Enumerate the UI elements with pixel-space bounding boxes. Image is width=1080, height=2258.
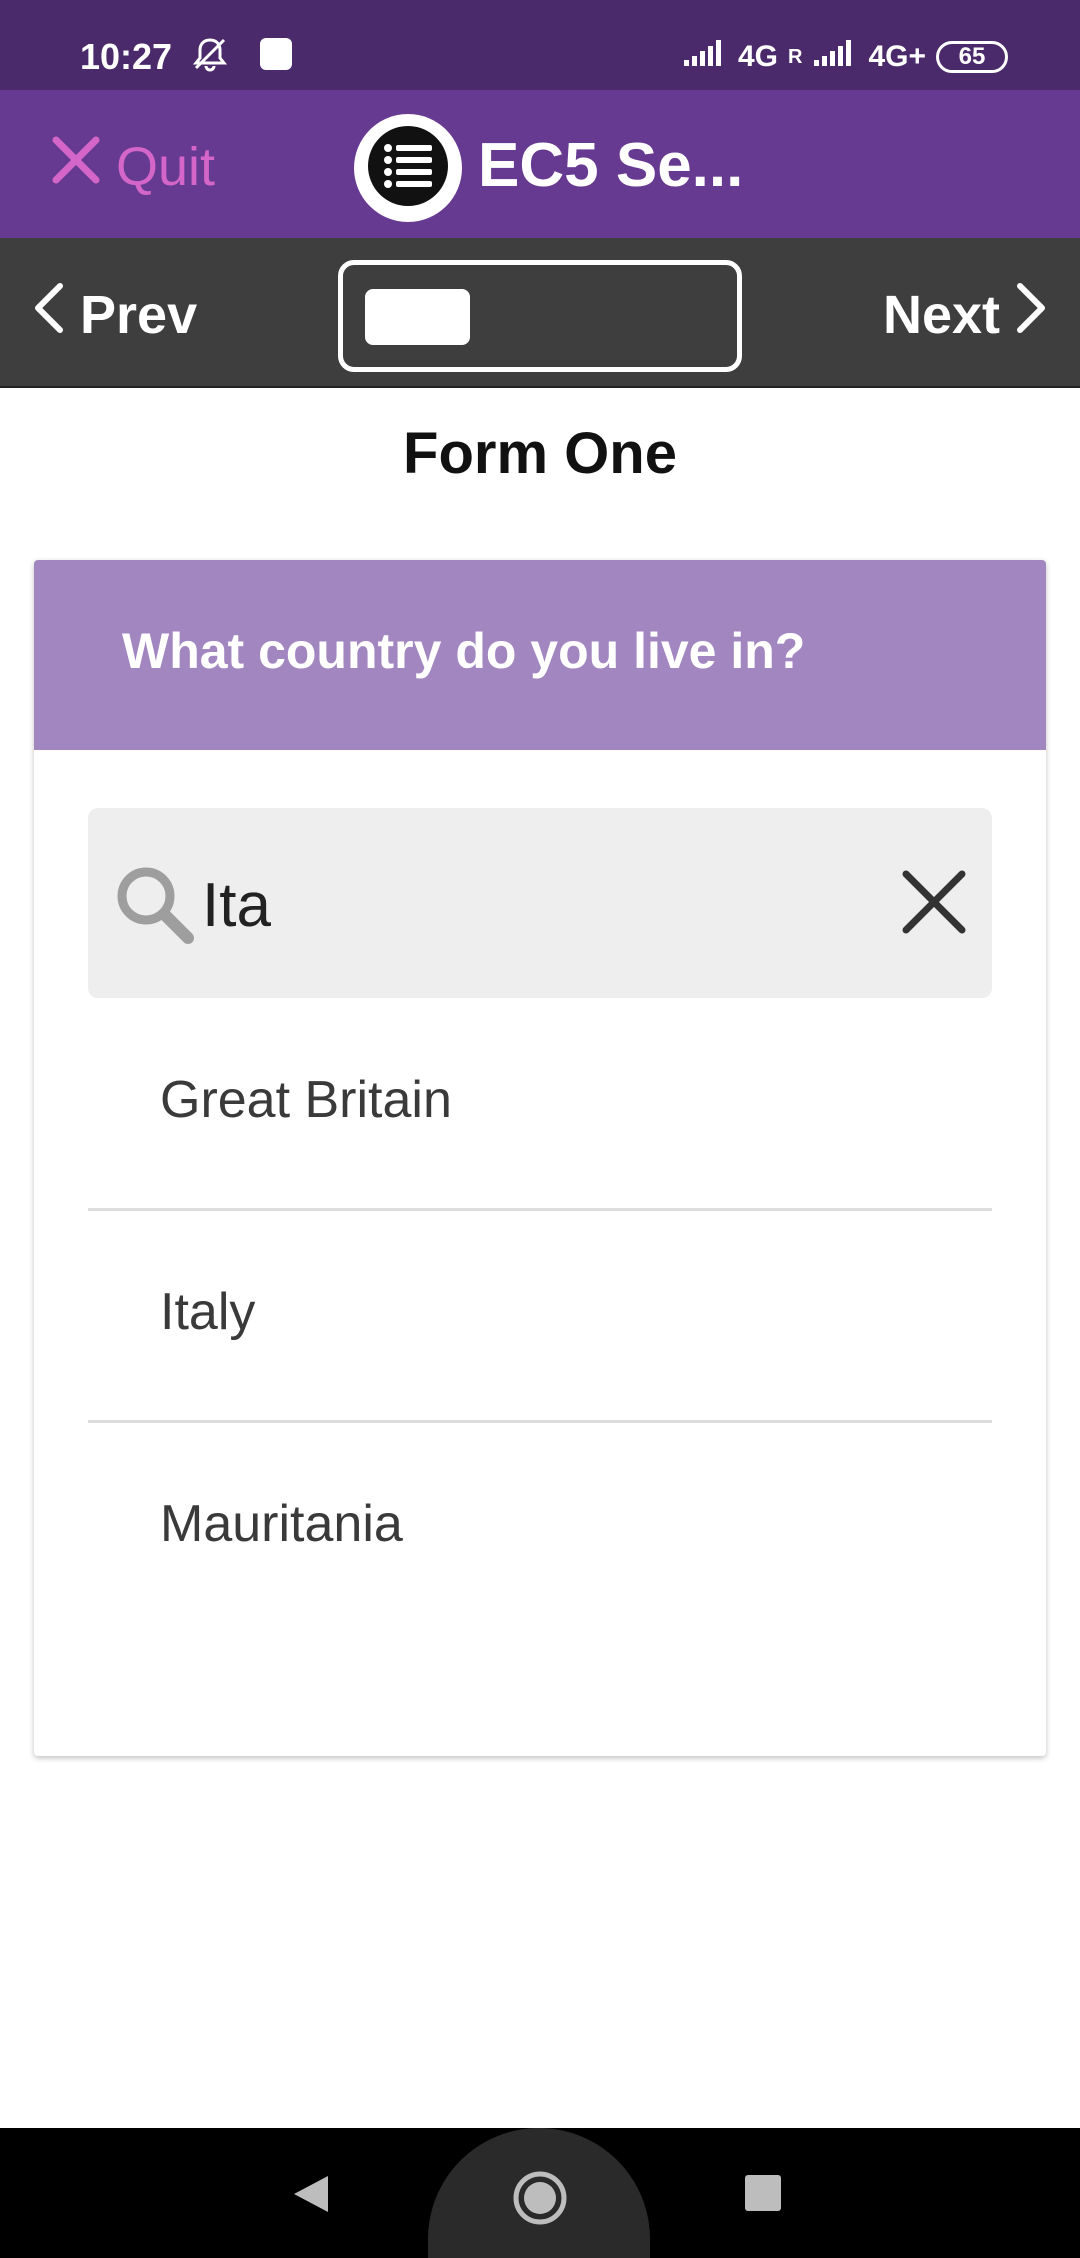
form-navigation-bar: Prev Next	[0, 238, 1080, 388]
question-header: What country do you live in?	[34, 560, 1046, 750]
question-card: What country do you live in? Ita Great B…	[34, 560, 1046, 1756]
list-item[interactable]: Italy	[88, 1210, 992, 1422]
result-label: Italy	[160, 1283, 256, 1341]
search-input[interactable]: Ita	[88, 808, 992, 998]
list-item[interactable]: Great Britain	[88, 998, 992, 1210]
network-type-1: 4G	[737, 40, 778, 73]
result-label: Mauritania	[160, 1495, 403, 1553]
result-label: Great Britain	[160, 1071, 452, 1129]
app-logo	[354, 114, 462, 222]
form-title: Form One	[403, 421, 677, 486]
question-text: What country do you live in?	[122, 623, 806, 679]
prev-label: Prev	[80, 284, 198, 345]
mute-bell-icon	[190, 34, 230, 79]
chevron-right-icon	[1014, 280, 1050, 349]
notification-square-icon	[258, 36, 294, 77]
list-icon	[366, 124, 450, 213]
quit-button[interactable]: Quit	[50, 134, 215, 199]
next-button[interactable]: Next	[883, 280, 1050, 349]
close-icon	[50, 134, 102, 199]
roaming-indicator: R	[788, 45, 803, 68]
chevron-left-icon	[30, 280, 66, 349]
app-title: EC5 Se...	[478, 131, 744, 200]
signal-icon-2	[812, 38, 858, 76]
signal-icon	[682, 38, 728, 76]
app-bar: Quit EC5 Se...	[0, 90, 1080, 238]
progress-fill	[365, 289, 470, 345]
status-time: 10:27	[80, 36, 173, 77]
list-item[interactable]: Mauritania	[88, 1422, 992, 1634]
battery-indicator: 65	[936, 41, 1008, 73]
search-icon	[112, 862, 196, 951]
next-label: Next	[882, 284, 1000, 345]
status-bar: 10:27 4G R 4G+ 65	[0, 0, 1080, 90]
circle-home-icon[interactable]	[512, 2170, 568, 2231]
prev-button[interactable]: Prev	[30, 280, 197, 349]
close-icon[interactable]	[898, 866, 970, 943]
progress-indicator	[338, 260, 742, 372]
system-navigation-bar	[0, 2128, 1080, 2258]
quit-label: Quit	[116, 136, 216, 197]
search-value[interactable]: Ita	[202, 870, 271, 941]
network-type-2: 4G+	[868, 40, 926, 73]
square-recents-icon[interactable]	[744, 2174, 782, 2217]
triangle-back-icon[interactable]	[290, 2172, 334, 2221]
